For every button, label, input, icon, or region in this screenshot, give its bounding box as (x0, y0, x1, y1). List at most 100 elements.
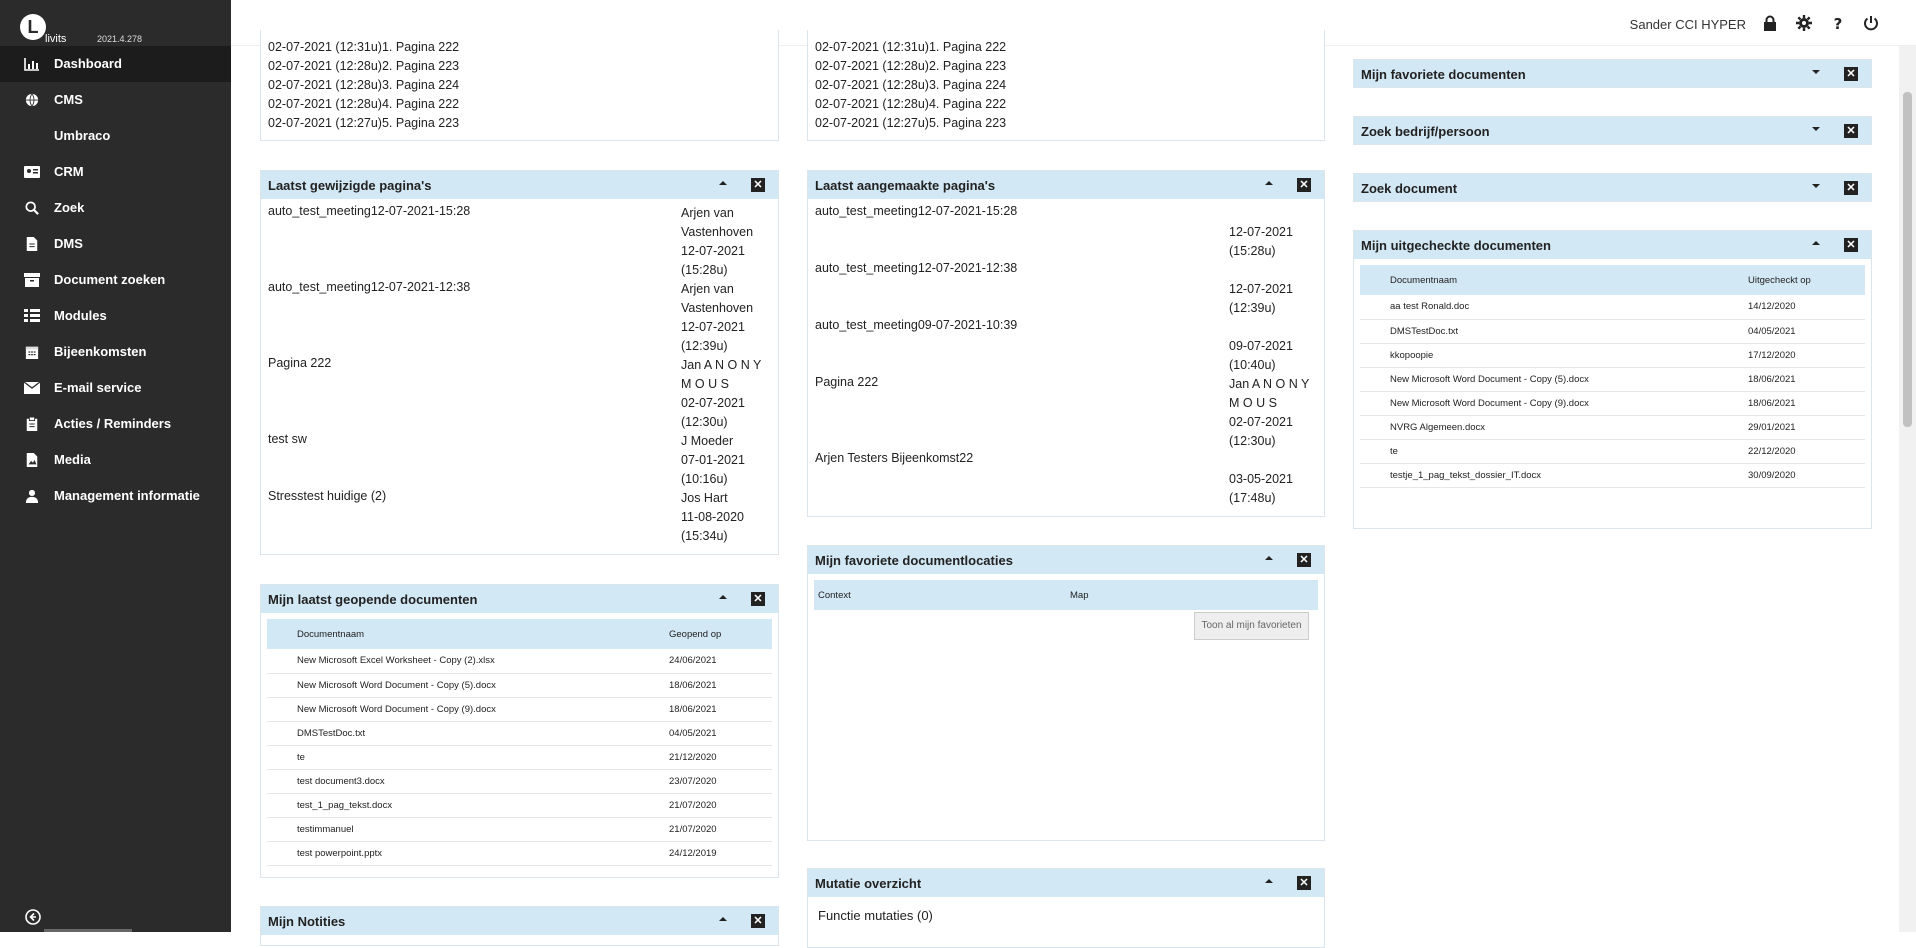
visit-line[interactable]: 02-07-2021 (12:27u)5. Pagina 223 (268, 114, 771, 133)
nav-crm[interactable]: CRM (0, 154, 231, 190)
page-name[interactable]: Arjen Testers Bijeenkomst22 (815, 451, 973, 465)
nav-cms[interactable]: CMS (0, 82, 231, 118)
panel-header[interactable]: Zoek document ✕ (1354, 174, 1871, 201)
page-name[interactable]: Pagina 222 (268, 356, 331, 370)
table-row[interactable]: DMSTestDoc.txt 04/05/2021 (1360, 319, 1865, 344)
doc-name[interactable]: te (291, 745, 663, 770)
user-name[interactable]: Sander CCI HYPER (1630, 17, 1746, 32)
visit-line[interactable]: 02-07-2021 (12:31u)1. Pagina 222 (268, 38, 771, 57)
nav-dashboard[interactable]: Dashboard (0, 46, 231, 82)
close-box-icon[interactable]: ✕ (751, 178, 765, 192)
nav-acties-reminders[interactable]: Acties / Reminders (0, 406, 231, 442)
panel-header[interactable]: Mutatie overzicht ✕ (808, 869, 1324, 897)
panel-header[interactable]: Mijn uitgecheckte documenten ✕ (1354, 231, 1871, 259)
nav-modules[interactable]: Modules (0, 298, 231, 334)
mutations-line[interactable]: Functie mutaties (0) (818, 908, 933, 923)
nav-management-informatie[interactable]: Management informatie (0, 478, 231, 514)
column-header[interactable]: Documentnaam (291, 619, 663, 649)
table-row[interactable]: New Microsoft Excel Worksheet - Copy (2)… (267, 649, 772, 674)
caret-down-icon[interactable] (1811, 124, 1821, 134)
close-box-icon[interactable]: ✕ (1297, 553, 1311, 567)
close-box-icon[interactable]: ✕ (1297, 178, 1311, 192)
doc-name[interactable]: te (1384, 439, 1742, 464)
doc-name[interactable]: kkopoopie (1384, 343, 1742, 368)
table-row[interactable]: NVRG Algemeen.docx 29/01/2021 (1360, 415, 1865, 440)
page-name[interactable]: auto_test_meeting09-07-2021-10:39 (815, 318, 1017, 332)
doc-name[interactable]: test document3.docx (291, 769, 663, 794)
table-row[interactable]: DMSTestDoc.txt 04/05/2021 (267, 721, 772, 746)
column-header[interactable]: Map (1066, 580, 1318, 610)
nav-document-zoeken[interactable]: Document zoeken (0, 262, 231, 298)
doc-name[interactable]: DMSTestDoc.txt (291, 721, 663, 746)
doc-name[interactable]: New Microsoft Word Document - Copy (9).d… (1384, 391, 1742, 416)
table-row[interactable]: te 22/12/2020 (1360, 439, 1865, 464)
doc-name[interactable]: test_1_pag_tekst.docx (291, 793, 663, 818)
page-name[interactable]: auto_test_meeting12-07-2021-15:28 (268, 204, 470, 218)
caret-up-icon[interactable] (718, 178, 728, 188)
table-row[interactable]: kkopoopie 17/12/2020 (1360, 343, 1865, 368)
table-row[interactable]: New Microsoft Word Document - Copy (9).d… (267, 697, 772, 722)
caret-up-icon[interactable] (1811, 238, 1821, 248)
panel-header[interactable]: Mijn favoriete documenten ✕ (1354, 60, 1871, 87)
caret-up-icon[interactable] (718, 592, 728, 602)
column-header[interactable]: Uitgecheckt op (1742, 265, 1865, 295)
column-header[interactable]: Context (814, 580, 1066, 610)
visit-line[interactable]: 02-07-2021 (12:28u)4. Pagina 222 (268, 95, 771, 114)
nav-zoek[interactable]: Zoek (0, 190, 231, 226)
doc-name[interactable]: New Microsoft Word Document - Copy (5).d… (291, 673, 663, 698)
close-box-icon[interactable]: ✕ (1844, 124, 1858, 138)
power-icon[interactable] (1863, 15, 1879, 31)
scrollbar-thumb[interactable] (1903, 92, 1912, 427)
table-row[interactable]: testimmanuel 21/07/2020 (267, 817, 772, 842)
page-scrollbar[interactable] (1899, 46, 1916, 932)
page-name[interactable]: test sw (268, 432, 307, 446)
table-row[interactable]: testje_1_pag_tekst_dossier_IT.docx 30/09/… (1360, 463, 1865, 488)
gear-icon[interactable] (1796, 15, 1812, 31)
panel-header[interactable]: Mijn Notities ✕ (261, 907, 778, 935)
nav-media[interactable]: Media (0, 442, 231, 478)
column-header[interactable]: Documentnaam (1384, 265, 1742, 295)
close-box-icon[interactable]: ✕ (751, 914, 765, 928)
caret-up-icon[interactable] (1264, 178, 1274, 188)
collapse-sidebar-icon[interactable] (24, 908, 42, 926)
visit-line[interactable]: 02-07-2021 (12:28u)2. Pagina 223 (815, 57, 1317, 76)
page-name[interactable]: Pagina 222 (815, 375, 878, 389)
table-row[interactable]: test document3.docx 23/07/2020 (267, 769, 772, 794)
nav-email-service[interactable]: E-mail service (0, 370, 231, 406)
doc-name[interactable]: DMSTestDoc.txt (1384, 319, 1742, 344)
visit-line[interactable]: 02-07-2021 (12:28u)2. Pagina 223 (268, 57, 771, 76)
panel-header[interactable]: Laatst aangemaakte pagina's ✕ (808, 171, 1324, 199)
page-name[interactable]: auto_test_meeting12-07-2021-12:38 (815, 261, 1017, 275)
close-box-icon[interactable]: ✕ (1844, 181, 1858, 195)
help-icon[interactable]: ? (1830, 15, 1846, 31)
doc-name[interactable]: New Microsoft Excel Worksheet - Copy (2)… (291, 649, 663, 674)
page-name[interactable]: Stresstest huidige (2) (268, 489, 386, 503)
doc-name[interactable]: New Microsoft Word Document - Copy (9).d… (291, 697, 663, 722)
visit-line[interactable]: 02-07-2021 (12:28u)3. Pagina 224 (268, 76, 771, 95)
page-name[interactable]: auto_test_meeting12-07-2021-15:28 (815, 204, 1017, 218)
caret-down-icon[interactable] (1811, 67, 1821, 77)
column-header[interactable]: Geopend op (663, 619, 772, 649)
panel-header[interactable]: Zoek bedrijf/persoon ✕ (1354, 117, 1871, 144)
caret-up-icon[interactable] (718, 914, 728, 924)
doc-name[interactable]: aa test Ronald.doc (1384, 295, 1742, 320)
caret-up-icon[interactable] (1264, 553, 1274, 563)
visit-line[interactable]: 02-07-2021 (12:31u)1. Pagina 222 (815, 38, 1317, 57)
table-row[interactable]: New Microsoft Word Document - Copy (9).d… (1360, 391, 1865, 416)
table-row[interactable]: aa test Ronald.doc 14/12/2020 (1360, 295, 1865, 320)
close-box-icon[interactable]: ✕ (1844, 67, 1858, 81)
lock-icon[interactable] (1762, 15, 1778, 31)
close-box-icon[interactable]: ✕ (1844, 238, 1858, 252)
close-box-icon[interactable]: ✕ (1297, 876, 1311, 890)
table-row[interactable]: test_1_pag_tekst.docx 21/07/2020 (267, 793, 772, 818)
close-box-icon[interactable]: ✕ (751, 592, 765, 606)
table-row[interactable]: test powerpoint.pptx 24/12/2019 (267, 841, 772, 866)
caret-up-icon[interactable] (1264, 876, 1274, 886)
caret-down-icon[interactable] (1811, 181, 1821, 191)
doc-name[interactable]: test powerpoint.pptx (291, 841, 663, 866)
panel-header[interactable]: Mijn laatst geopende documenten ✕ (261, 585, 778, 613)
table-row[interactable]: New Microsoft Word Document - Copy (5).d… (1360, 367, 1865, 392)
nav-umbraco[interactable]: Umbraco (0, 118, 231, 154)
doc-name[interactable]: testje_1_pag_tekst_dossier_IT.docx (1384, 463, 1742, 488)
doc-name[interactable]: NVRG Algemeen.docx (1384, 415, 1742, 440)
